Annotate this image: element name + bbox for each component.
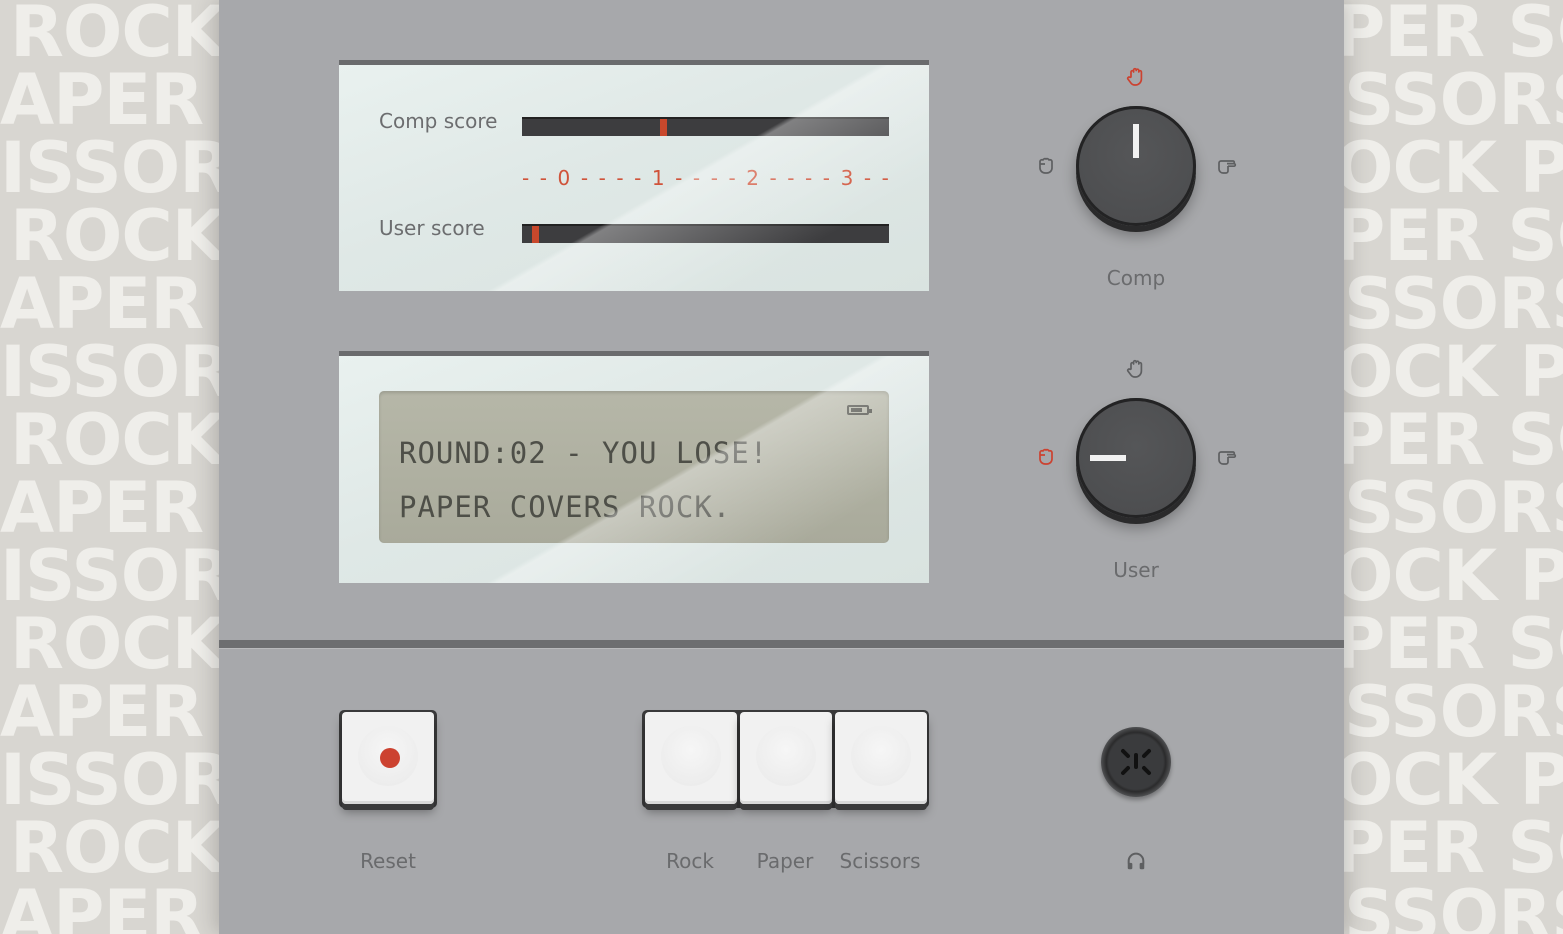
panel-divider (219, 640, 1344, 649)
scale-dash: - (522, 166, 530, 190)
background-word: APER (0, 467, 204, 549)
scale-dash: - (580, 166, 589, 190)
background-word: SSORS (1344, 467, 1563, 549)
lcd-line-1: ROUND:02 - YOU LOSE! (399, 436, 769, 470)
reset-button-well (339, 710, 437, 808)
scale-dash: - (787, 166, 795, 190)
background-word: APER (0, 59, 204, 141)
jack-pins-icon (1121, 749, 1151, 775)
background-word: PER SC (1344, 807, 1563, 889)
background-word: OCK PA (1344, 331, 1563, 413)
user-score-meter (522, 224, 889, 243)
user-score-needle (532, 226, 540, 243)
comp-knob-label: Comp (1106, 266, 1166, 290)
display-panel: ROUND:02 - YOU LOSE! PAPER COVERS ROCK. (339, 351, 929, 583)
scale-dash: - (822, 166, 831, 190)
scale-dash: - (769, 166, 777, 190)
paper-hand-icon (1126, 67, 1143, 86)
record-dot-icon (380, 748, 400, 768)
background-word: ROCK (10, 399, 219, 481)
background-word: APER (0, 875, 204, 934)
background-word: ISSOR (0, 739, 219, 821)
rock-fist-icon (1039, 448, 1053, 465)
comp-score-meter (522, 117, 889, 136)
background-word: APER (0, 671, 204, 753)
reset-button-label: Reset (360, 849, 416, 873)
background-word: OCK PA (1344, 127, 1563, 209)
scissors-button[interactable] (835, 712, 927, 804)
comp-knob[interactable] (1076, 106, 1196, 226)
choice-button-group (642, 710, 929, 808)
rps-device: Comp score --0----1----2----3-- User sco… (219, 0, 1344, 934)
scale-dash: - (692, 166, 701, 190)
scale-dash: - (710, 166, 718, 190)
user-knob-label: User (1113, 558, 1159, 582)
scissors-hand-icon (1218, 160, 1237, 174)
background-word: PER SC (1344, 603, 1563, 685)
background-word: ISSOR (0, 127, 219, 209)
scissors-button-label: Scissors (839, 849, 921, 873)
score-panel: Comp score --0----1----2----3-- User sco… (339, 60, 929, 291)
lcd-screen: ROUND:02 - YOU LOSE! PAPER COVERS ROCK. (379, 391, 889, 543)
scale-tick-label: 2 (746, 166, 759, 190)
paper-hand-icon (1126, 359, 1143, 378)
comp-score-needle (659, 119, 667, 136)
background-word: OCK PA (1344, 535, 1563, 617)
background-word: OCK PA (1344, 739, 1563, 821)
scale-tick-label: 3 (840, 166, 854, 190)
user-knob[interactable] (1076, 398, 1196, 518)
headphones-icon (1127, 852, 1145, 870)
lcd-line-2: PAPER COVERS ROCK. (399, 490, 732, 524)
background-word: ISSOR (0, 331, 219, 413)
background-word: SSORS (1344, 875, 1563, 934)
score-scale: --0----1----2----3-- (522, 165, 889, 191)
scale-dash: - (539, 166, 547, 190)
background-pattern-left: ROCK APER ISSOR ROCK APER ISSOR ROCK APER ISSOR R… (0, 0, 219, 934)
background-word: ROCK (10, 807, 219, 889)
user-knob-indicator (1090, 455, 1126, 461)
background-word: SSORS (1344, 671, 1563, 753)
reset-button[interactable] (342, 712, 434, 804)
battery-icon (847, 405, 872, 415)
scale-dash: - (728, 166, 736, 190)
rock-button[interactable] (645, 712, 737, 804)
scale-dash: - (805, 166, 813, 190)
scale-dash: - (863, 166, 872, 190)
background-word: APER (0, 263, 204, 345)
comp-score-label: Comp score (379, 109, 498, 133)
scale-dash: - (634, 166, 642, 190)
background-word: PER SC (1344, 0, 1563, 73)
background-word: SSORS (1344, 263, 1563, 345)
background-word: PER SC (1344, 399, 1563, 481)
scale-dash: - (598, 166, 606, 190)
background-word: SSORS (1344, 59, 1563, 141)
scale-dash: - (881, 166, 889, 190)
background-pattern-right: PER SCSSORSOCK PAPER SCSSORSOCK PAPER SC… (1344, 0, 1563, 934)
scissors-hand-icon (1218, 451, 1237, 465)
paper-button[interactable] (740, 712, 832, 804)
comp-knob-indicator (1133, 124, 1139, 158)
user-score-label: User score (379, 216, 485, 240)
background-word: ROCK (10, 0, 219, 73)
rock-fist-icon (1039, 157, 1053, 174)
background-word: ROCK (10, 603, 219, 685)
scale-dash: - (616, 166, 624, 190)
scale-dash: - (675, 166, 683, 190)
background-word: PER SC (1344, 195, 1563, 277)
headphone-jack[interactable] (1101, 727, 1171, 797)
background-word: ISSOR (0, 535, 219, 617)
scale-tick-label: 0 (557, 166, 571, 190)
background-word: ROCK (10, 195, 219, 277)
scale-tick-label: 1 (651, 166, 665, 190)
